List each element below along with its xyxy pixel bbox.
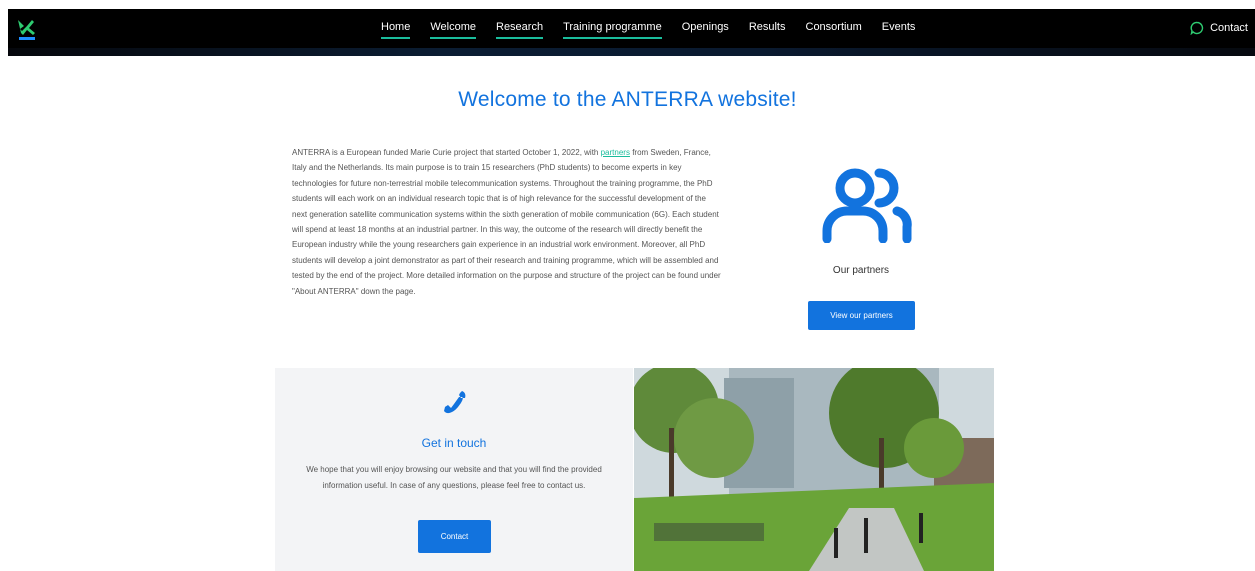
campus-photo xyxy=(634,368,994,571)
intro-text-start: ANTERRA is a European funded Marie Curie… xyxy=(292,148,601,157)
top-navbar: Home Welcome Research Training programme… xyxy=(8,9,1255,56)
nav-item-results[interactable]: Results xyxy=(749,21,786,35)
anterra-logo-icon[interactable] xyxy=(16,17,38,41)
phone-icon xyxy=(444,391,466,414)
get-in-touch-text: We hope that you will enjoy browsing our… xyxy=(306,465,602,490)
partners-link[interactable]: partners xyxy=(601,148,630,157)
partners-label: Our partners xyxy=(832,265,890,276)
nav-contact-label: Contact xyxy=(1210,22,1248,34)
intro-text-rest: from Sweden, France, Italy and the Nethe… xyxy=(292,148,721,296)
nav-contact-link[interactable]: Contact xyxy=(1190,21,1248,35)
main-navigation: Home Welcome Research Training programme… xyxy=(381,9,935,47)
users-icon xyxy=(822,168,912,243)
intro-paragraph: ANTERRA is a European funded Marie Curie… xyxy=(292,145,722,299)
nav-item-consortium[interactable]: Consortium xyxy=(806,21,862,35)
page-title: Welcome to the ANTERRA website! xyxy=(458,88,797,111)
get-in-touch-title: Get in touch xyxy=(421,436,487,450)
nav-item-research[interactable]: Research xyxy=(496,21,544,39)
nav-item-welcome[interactable]: Welcome xyxy=(430,21,476,39)
navbar-gradient-strip xyxy=(8,48,1255,56)
nav-item-events[interactable]: Events xyxy=(882,21,916,35)
nav-item-home[interactable]: Home xyxy=(381,21,411,39)
chat-bubble-icon xyxy=(1190,21,1204,35)
view-partners-button[interactable]: View our partners xyxy=(808,301,915,330)
contact-button[interactable]: Contact xyxy=(418,520,491,553)
nav-item-training-programme[interactable]: Training programme xyxy=(563,21,662,39)
nav-item-openings[interactable]: Openings xyxy=(682,21,729,35)
